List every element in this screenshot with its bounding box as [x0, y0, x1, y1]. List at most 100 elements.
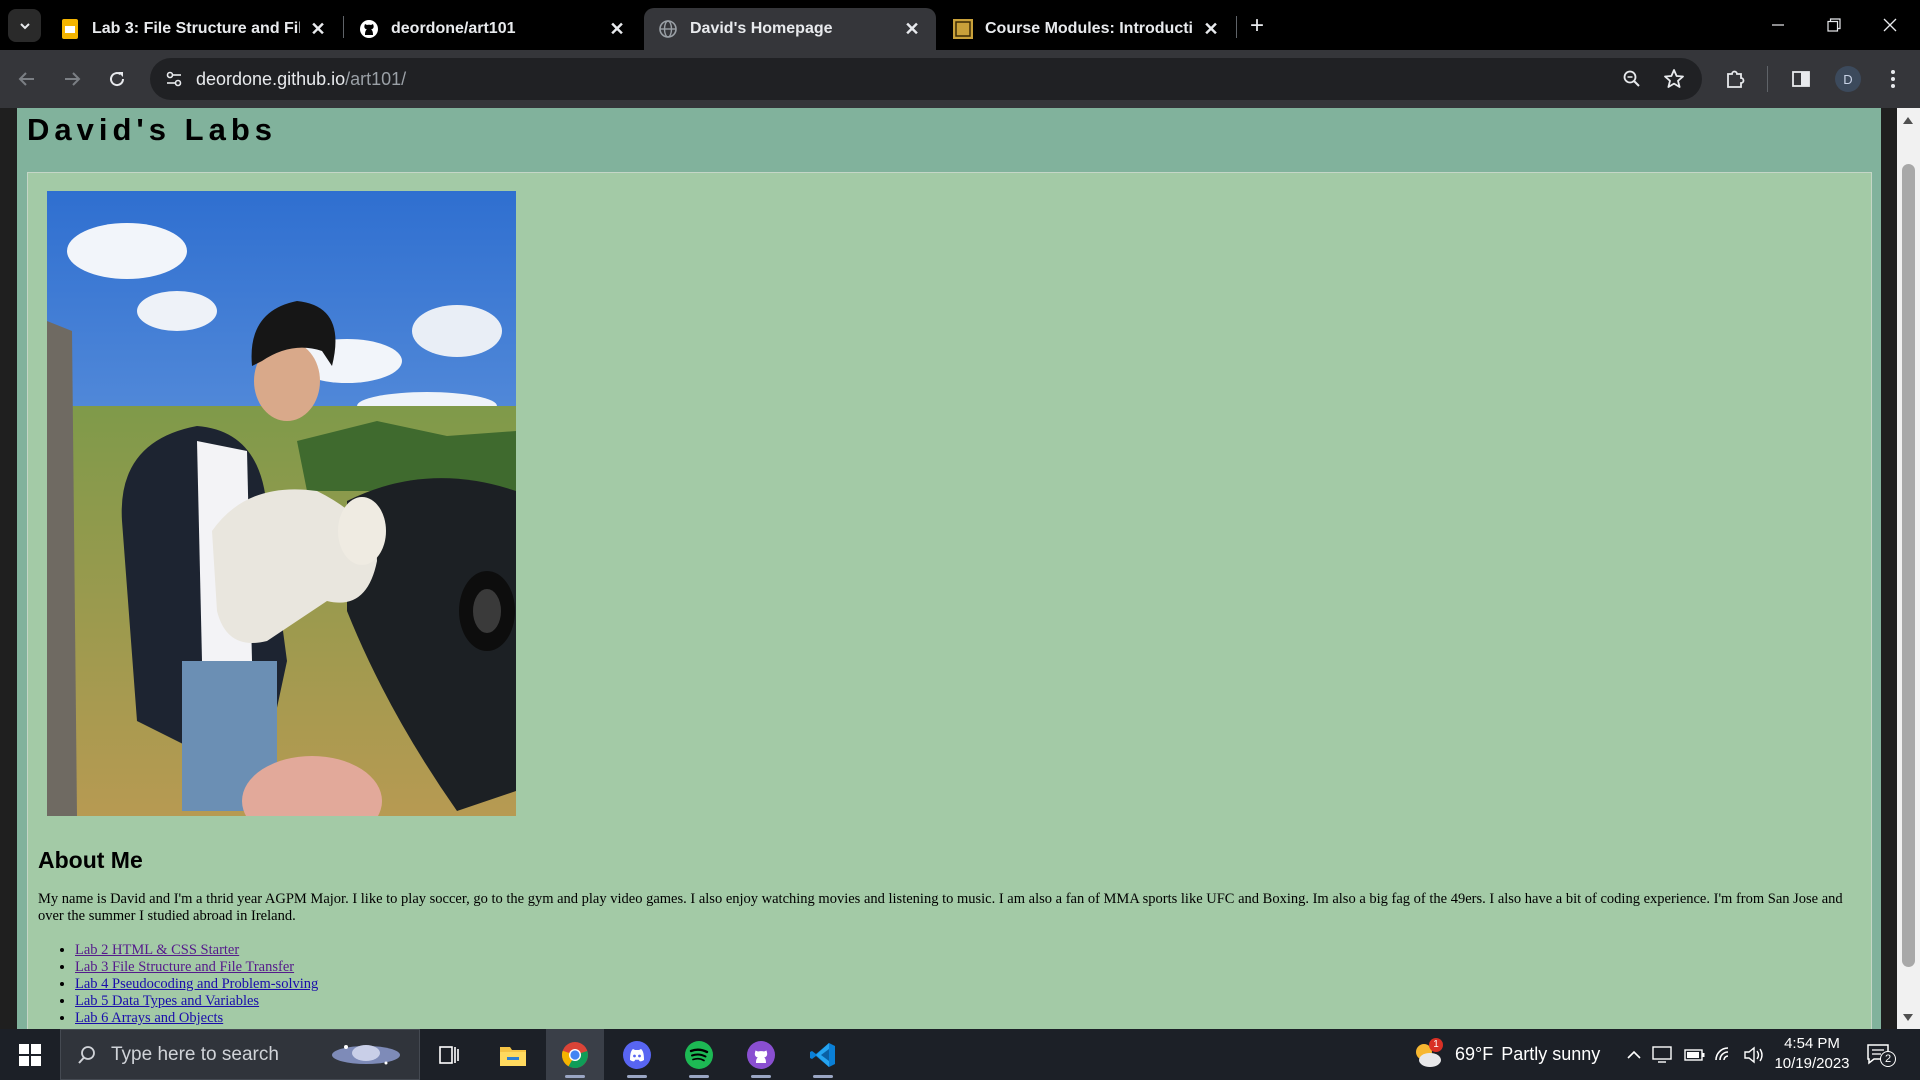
reload-icon [110, 72, 125, 87]
tab-strip: Lab 3: File Structure and File Tr ✕ deor… [0, 0, 1920, 50]
tab-course-modules[interactable]: Course Modules: Introduction ✕ [939, 8, 1235, 50]
lab-4-link[interactable]: Lab 4 Pseudocoding and Problem-solving [75, 976, 318, 992]
url-host: deordone.github.io [196, 69, 346, 89]
discord-taskbar-button[interactable] [608, 1029, 666, 1080]
search-highlight-icon [332, 1045, 400, 1065]
speaker-icon [1744, 1046, 1763, 1063]
weather-partly-sunny-icon: 1 [1413, 1037, 1445, 1070]
tab-title: David's Homepage [690, 20, 833, 37]
page-viewport: David's Labs About Me My name is David a… [0, 108, 1920, 1029]
weather-temp: 69°F [1455, 1044, 1494, 1064]
lab-5-link[interactable]: Lab 5 Data Types and Variables [75, 993, 259, 1009]
monitor-icon [1652, 1045, 1672, 1063]
spotify-taskbar-button[interactable] [670, 1029, 728, 1080]
search-placeholder: Type here to search [111, 1044, 279, 1065]
vertical-scrollbar[interactable] [1897, 108, 1920, 1029]
close-icon[interactable]: ✕ [308, 19, 328, 39]
meet-now-button[interactable] [1652, 1029, 1672, 1080]
page-body: David's Labs About Me My name is David a… [17, 108, 1881, 1029]
profile-avatar[interactable]: D [1835, 66, 1861, 92]
chrome-icon [561, 1041, 588, 1068]
lab-2-link[interactable]: Lab 2 HTML & CSS Starter [75, 942, 239, 958]
tab-search-button[interactable] [8, 9, 41, 42]
extensions-button[interactable] [1718, 62, 1752, 96]
zoom-icon[interactable] [1622, 69, 1642, 94]
close-icon[interactable]: ✕ [607, 19, 627, 39]
github-icon [359, 19, 379, 39]
spotify-icon [685, 1040, 713, 1069]
chevron-down-icon [19, 22, 30, 29]
arrow-right-icon [65, 72, 81, 86]
url-text: deordone.github.io/art101/ [196, 69, 406, 90]
notification-center-button[interactable]: 2 [1866, 1029, 1896, 1080]
puzzle-icon [1727, 70, 1745, 88]
url-path: /art101/ [345, 69, 407, 89]
scrollbar-thumb[interactable] [1902, 164, 1915, 967]
new-tab-button[interactable]: + [1243, 12, 1271, 40]
bookmark-star-icon[interactable] [1663, 68, 1685, 95]
chrome-taskbar-button[interactable] [546, 1029, 604, 1080]
windows-taskbar: Type here to search 1 69°F Partly sunny [0, 1029, 1920, 1080]
wifi-icon [1715, 1046, 1729, 1060]
site-info-icon[interactable] [164, 69, 184, 94]
list-item: Lab 3 File Structure and File Transfer [75, 959, 318, 976]
github-desktop-taskbar-button[interactable] [732, 1029, 790, 1080]
address-bar[interactable]: deordone.github.io/art101/ [150, 58, 1702, 100]
network-button[interactable] [1714, 1029, 1734, 1080]
chevron-up-icon [1627, 1050, 1641, 1059]
chrome-menu-button[interactable] [1876, 62, 1910, 96]
about-paragraph: My name is David and I'm a thrid year AG… [38, 891, 1843, 924]
list-item: Lab 4 Pseudocoding and Problem-solving [75, 976, 318, 993]
file-explorer-icon [500, 1046, 526, 1066]
close-icon[interactable]: ✕ [1201, 19, 1221, 39]
arrow-left-icon [18, 72, 34, 86]
lab-6-link[interactable]: Lab 6 Arrays and Objects [75, 1010, 223, 1026]
main-content: About Me My name is David and I'm a thri… [27, 172, 1872, 1029]
close-icon[interactable]: ✕ [902, 19, 922, 39]
plus-icon: + [1249, 12, 1264, 39]
volume-button[interactable] [1744, 1029, 1766, 1080]
battery-icon [1684, 1048, 1705, 1061]
show-hidden-icons-button[interactable] [1626, 1029, 1642, 1080]
restore-button[interactable] [1806, 0, 1862, 50]
close-window-button[interactable] [1862, 0, 1918, 50]
profile-photo [47, 191, 516, 816]
taskbar-search-box[interactable]: Type here to search [60, 1029, 420, 1080]
reload-button[interactable] [100, 62, 134, 96]
restore-icon [1827, 18, 1841, 32]
back-button[interactable] [10, 62, 44, 96]
page-title: David's Labs [27, 112, 277, 147]
windows-logo-icon [19, 1043, 41, 1066]
minimize-button[interactable] [1750, 0, 1806, 50]
discord-icon [623, 1040, 651, 1069]
list-item: Lab 5 Data Types and Variables [75, 993, 318, 1010]
tab-separator [343, 16, 344, 38]
vscode-taskbar-button[interactable] [794, 1029, 852, 1080]
tab-title: deordone/art101 [391, 20, 516, 37]
tab-title: Lab 3: File Structure and File Tr [92, 20, 300, 37]
taskbar-clock[interactable]: 4:54 PM 10/19/2023 [1772, 1034, 1852, 1074]
forward-button[interactable] [55, 62, 89, 96]
weather-widget[interactable]: 1 69°F Partly sunny [1413, 1029, 1600, 1080]
tab-title: Course Modules: Introduction [985, 20, 1193, 37]
side-panel-icon [1792, 71, 1810, 87]
battery-button[interactable] [1684, 1029, 1706, 1080]
canvas-icon [953, 19, 973, 39]
scroll-down-arrow-icon[interactable] [1903, 1014, 1913, 1021]
more-vert-icon [1891, 70, 1895, 88]
vscode-icon [810, 1042, 835, 1067]
file-explorer-button[interactable] [484, 1029, 542, 1080]
side-panel-button[interactable] [1784, 62, 1818, 96]
lab-3-link[interactable]: Lab 3 File Structure and File Transfer [75, 959, 294, 975]
scroll-up-arrow-icon[interactable] [1903, 117, 1913, 124]
list-item: Lab 2 HTML & CSS Starter [75, 942, 318, 959]
search-icon [78, 1046, 95, 1064]
clock-time: 4:54 PM [1784, 1035, 1840, 1052]
tab-davids-homepage[interactable]: David's Homepage ✕ [644, 8, 936, 50]
list-item: Lab 6 Arrays and Objects [75, 1010, 318, 1027]
task-view-button[interactable] [420, 1029, 478, 1080]
weather-desc: Partly sunny [1501, 1044, 1601, 1064]
tab-lab3[interactable]: Lab 3: File Structure and File Tr ✕ [46, 8, 342, 50]
tab-github[interactable]: deordone/art101 ✕ [345, 8, 641, 50]
start-button[interactable] [0, 1029, 60, 1080]
